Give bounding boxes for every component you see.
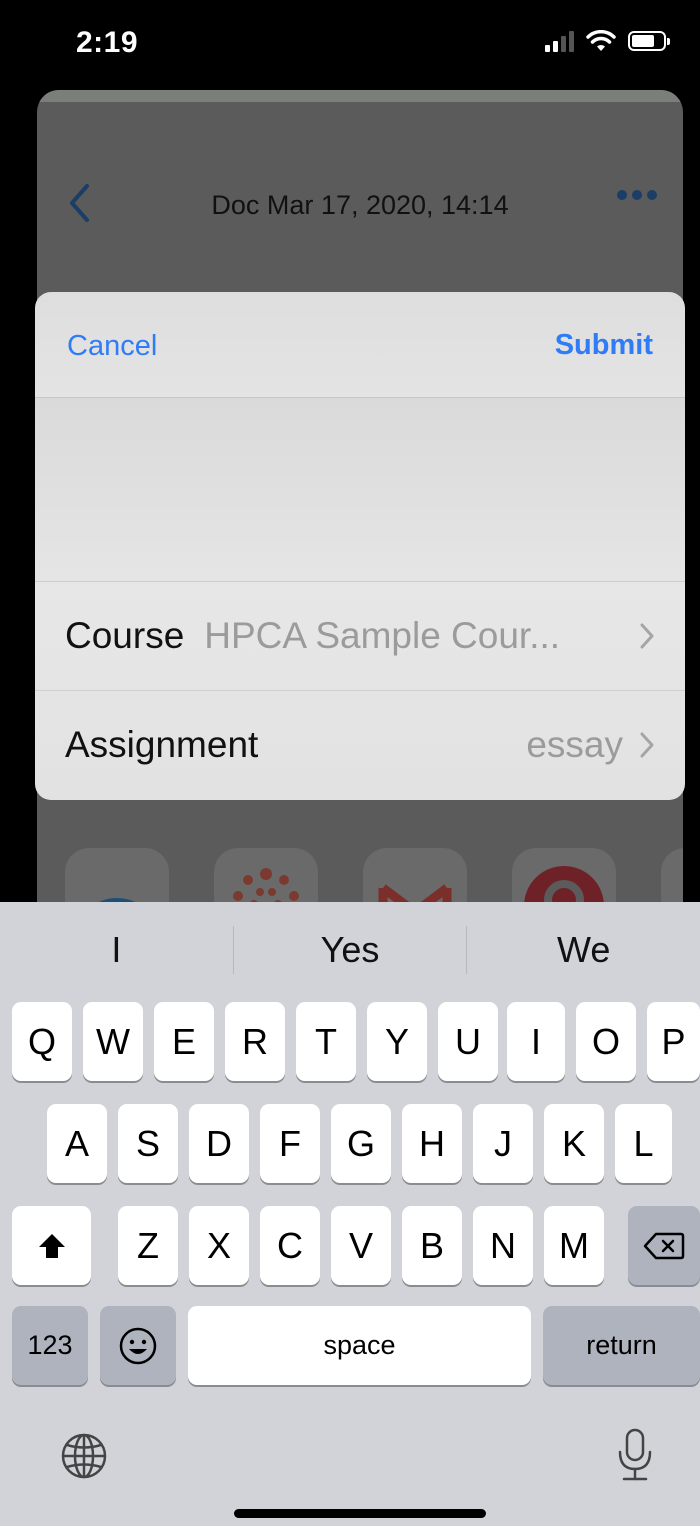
key-w[interactable]: W [83,1002,143,1081]
delete-key[interactable] [628,1206,700,1285]
key-h[interactable]: H [402,1104,462,1183]
key-d[interactable]: D [189,1104,249,1183]
space-key[interactable]: space [188,1306,531,1385]
keyboard: I Yes We Q W E R T Y U I O P A S D F G H… [0,902,700,1526]
key-t[interactable]: T [296,1002,356,1081]
key-u[interactable]: U [438,1002,498,1081]
emoji-key[interactable] [100,1306,176,1385]
emoji-icon [119,1327,157,1364]
key-c[interactable]: C [260,1206,320,1285]
suggestion-1[interactable]: I [0,929,233,971]
suggestion-3[interactable]: We [467,929,700,971]
submit-button[interactable]: Submit [555,329,653,362]
key-l[interactable]: L [615,1104,672,1183]
key-q[interactable]: Q [12,1002,72,1081]
key-i[interactable]: I [507,1002,565,1081]
assignment-value: essay [526,723,623,765]
key-s[interactable]: S [118,1104,178,1183]
cellular-signal-icon [545,30,574,52]
key-z[interactable]: Z [118,1206,178,1285]
assignment-label: Assignment [65,723,259,765]
shift-icon [38,1233,65,1258]
key-r[interactable]: R [225,1002,285,1081]
key-f[interactable]: F [260,1104,320,1183]
comment-area[interactable] [35,398,685,582]
more-horizontal-icon[interactable] [617,190,657,200]
assignment-row[interactable]: Assignment essay [35,690,685,798]
status-icons [545,30,670,52]
course-label: Course [65,615,185,656]
delete-icon [643,1232,685,1259]
numbers-key[interactable]: 123 [12,1306,88,1385]
battery-icon [628,31,670,51]
globe-icon[interactable] [60,1432,108,1480]
key-k[interactable]: K [544,1104,604,1183]
chevron-right-icon [640,623,654,649]
sheet-grabber [37,90,683,102]
key-e[interactable]: E [154,1002,214,1081]
key-o[interactable]: O [576,1002,636,1081]
document-title: Doc Mar 17, 2020, 14:14 [211,190,509,220]
chevron-right-icon [640,732,654,757]
key-a[interactable]: A [47,1104,107,1183]
home-indicator [234,1509,486,1518]
key-j[interactable]: J [473,1104,533,1183]
key-g[interactable]: G [331,1104,391,1183]
course-row[interactable]: Course HPCA Sample Cour... [35,582,685,690]
course-value: HPCA Sample Cour... [204,615,561,656]
submit-dialog: Cancel Submit Course HPCA Sample Cour...… [35,292,685,800]
key-n[interactable]: N [473,1206,533,1285]
return-key[interactable]: return [543,1306,700,1385]
suggestion-2[interactable]: Yes [234,929,467,971]
suggestion-bar: I Yes We [0,902,700,998]
wifi-icon [586,30,616,51]
key-y[interactable]: Y [367,1002,427,1081]
shift-key[interactable] [12,1206,91,1285]
microphone-icon[interactable] [615,1427,655,1483]
key-x[interactable]: X [189,1206,249,1285]
status-time: 2:19 [76,26,139,59]
key-m[interactable]: M [544,1206,604,1285]
dialog-header: Cancel Submit [35,292,685,398]
key-p[interactable]: P [647,1002,700,1081]
key-v[interactable]: V [331,1206,391,1285]
cancel-button[interactable]: Cancel [67,330,157,363]
status-bar: 2:19 [0,0,700,90]
key-b[interactable]: B [402,1206,462,1285]
